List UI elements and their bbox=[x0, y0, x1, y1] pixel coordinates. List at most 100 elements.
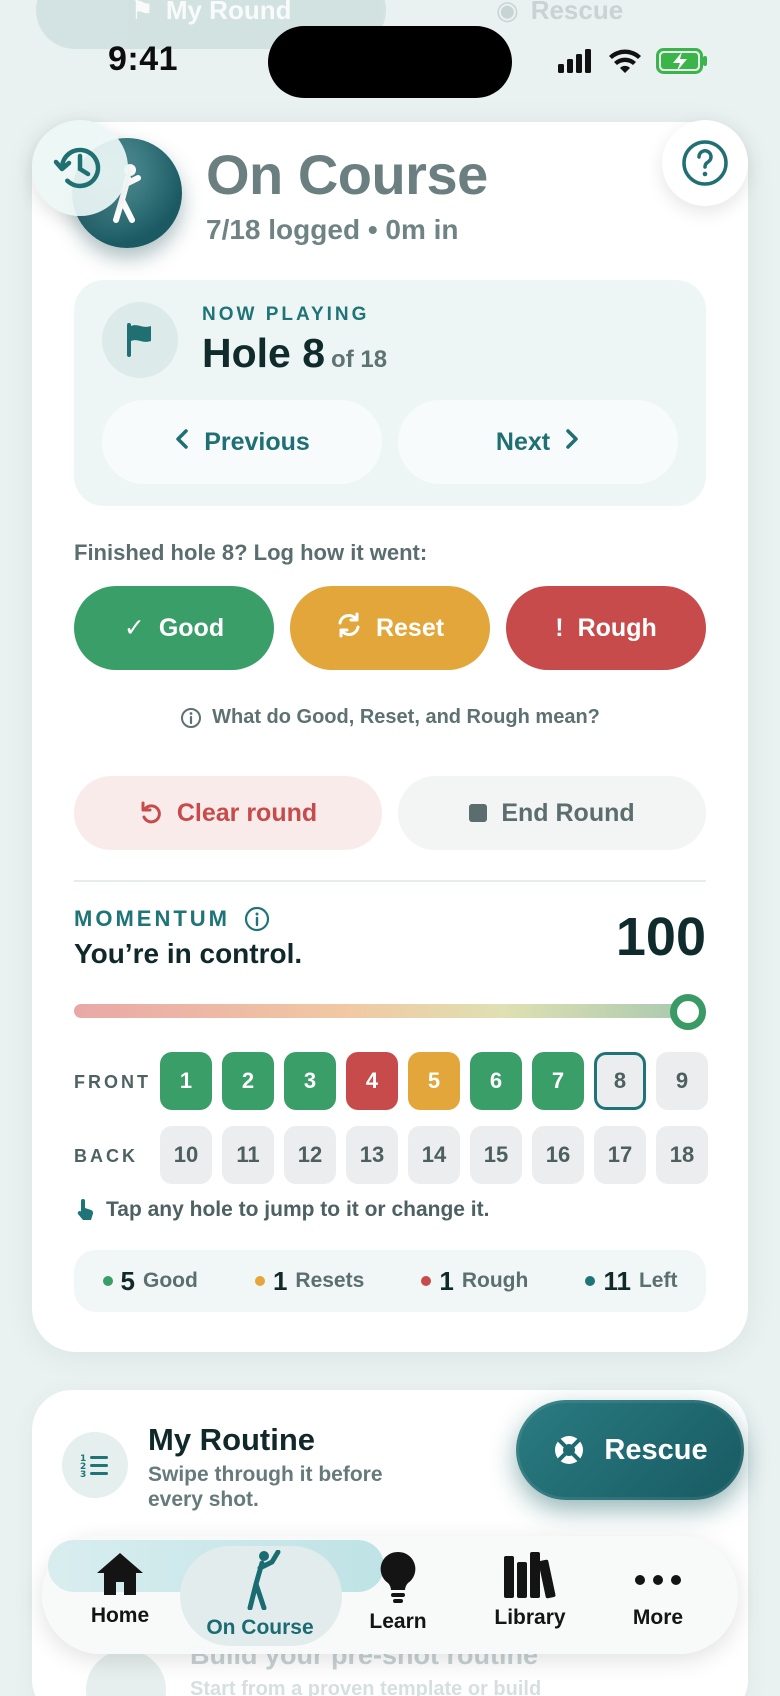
ghost-build-subtitle: Start from a proven template or build bbox=[190, 1678, 542, 1696]
hole-total-text: of 18 bbox=[331, 346, 388, 373]
hole-3-button[interactable]: 3 bbox=[284, 1052, 336, 1110]
hole-16-button[interactable]: 16 bbox=[532, 1126, 584, 1184]
tab-home[interactable]: Home bbox=[50, 1550, 190, 1628]
tab-label: Home bbox=[90, 1604, 150, 1627]
hole-13-button[interactable]: 13 bbox=[346, 1126, 398, 1184]
log-help-link[interactable]: What do Good, Reset, and Rough mean? bbox=[74, 706, 706, 729]
rough-count: 1 bbox=[439, 1265, 454, 1296]
left-count: 11 bbox=[603, 1265, 631, 1296]
hole-10-button[interactable]: 10 bbox=[160, 1126, 212, 1184]
good-count-label: Good bbox=[143, 1269, 198, 1292]
hole-9-button[interactable]: 9 bbox=[656, 1052, 708, 1110]
status-time: 9:41 bbox=[108, 40, 179, 78]
good-button[interactable]: ✓ Good bbox=[74, 586, 274, 670]
tab-label: Library bbox=[494, 1606, 566, 1629]
undo-icon bbox=[141, 801, 161, 824]
rescue-button[interactable]: Rescue bbox=[516, 1400, 744, 1500]
tab-more[interactable]: More bbox=[588, 1550, 728, 1630]
next-hole-button[interactable]: Next bbox=[398, 400, 678, 484]
flag-icon: ⚑ bbox=[130, 0, 154, 25]
summary-good: 5 Good bbox=[102, 1266, 198, 1297]
books-icon bbox=[504, 1552, 556, 1599]
reset-count: 1 bbox=[272, 1265, 288, 1296]
refresh-icon bbox=[336, 612, 362, 645]
lifebuoy-icon: ◉ bbox=[496, 0, 519, 25]
status-icons bbox=[558, 48, 708, 74]
end-round-button[interactable]: End Round bbox=[398, 776, 706, 850]
left-count-label: Left bbox=[638, 1269, 678, 1292]
tab-learn[interactable]: Learn bbox=[328, 1550, 468, 1634]
question-circle-icon bbox=[682, 140, 728, 186]
reset-count-label: Resets bbox=[295, 1269, 365, 1292]
hole-17-button[interactable]: 17 bbox=[594, 1126, 646, 1184]
tab-on-course[interactable]: On Course bbox=[190, 1550, 330, 1640]
lightbulb-icon bbox=[380, 1551, 416, 1603]
help-button[interactable] bbox=[662, 120, 748, 206]
rough-label: Rough bbox=[577, 613, 657, 642]
clear-round-label: Clear round bbox=[176, 798, 318, 827]
rough-dot-icon bbox=[421, 1276, 432, 1286]
history-button[interactable] bbox=[32, 120, 128, 216]
hole-6-button[interactable]: 6 bbox=[470, 1052, 522, 1110]
hole-number-text: Hole 8 bbox=[202, 330, 326, 376]
hole-2-button[interactable]: 2 bbox=[222, 1052, 274, 1110]
hole-15-button[interactable]: 15 bbox=[470, 1126, 522, 1184]
previous-label: Previous bbox=[204, 427, 310, 456]
ghost-tab-label: My Round bbox=[165, 0, 292, 25]
routine-list-icon: 123 bbox=[62, 1432, 128, 1498]
reset-label: Reset bbox=[375, 613, 445, 642]
rough-count-label: Rough bbox=[461, 1269, 529, 1292]
momentum-message: You’re in control. bbox=[74, 938, 303, 969]
hole-12-button[interactable]: 12 bbox=[284, 1126, 336, 1184]
info-icon[interactable] bbox=[244, 906, 270, 932]
stop-icon bbox=[469, 804, 488, 822]
momentum-score: 100 bbox=[615, 907, 706, 967]
good-label: Good bbox=[158, 613, 225, 642]
info-icon bbox=[181, 707, 202, 728]
hole-1-button[interactable]: 1 bbox=[160, 1052, 212, 1110]
tap-hint-text: Tap any hole to jump to it or change it. bbox=[106, 1198, 490, 1221]
hole-7-button[interactable]: 7 bbox=[532, 1052, 584, 1110]
log-help-text: What do Good, Reset, and Rough mean? bbox=[212, 706, 600, 728]
hole-18-button[interactable]: 18 bbox=[656, 1126, 708, 1184]
checkmark-icon: ✓ bbox=[123, 614, 145, 642]
tab-library[interactable]: Library bbox=[460, 1550, 600, 1630]
good-dot-icon bbox=[102, 1276, 113, 1286]
hole-8-button[interactable]: 8 bbox=[594, 1052, 646, 1110]
chevron-left-icon bbox=[174, 428, 190, 457]
front-nine-label: FRONT bbox=[74, 1072, 151, 1092]
battery-charging-icon bbox=[656, 48, 707, 74]
momentum-label: MOMENTUM bbox=[74, 906, 230, 931]
svg-text:3: 3 bbox=[80, 1470, 86, 1478]
cellular-signal-icon bbox=[558, 49, 591, 73]
chevron-right-icon bbox=[564, 428, 580, 457]
tab-label: More bbox=[632, 1606, 684, 1629]
routine-title: My Routine bbox=[148, 1422, 316, 1457]
momentum-track bbox=[74, 1004, 688, 1018]
tap-hand-icon bbox=[77, 1199, 94, 1220]
left-dot-icon bbox=[585, 1276, 596, 1286]
rough-button[interactable]: ! Rough bbox=[506, 586, 706, 670]
clear-round-button[interactable]: Clear round bbox=[74, 776, 382, 850]
back-nine-label: BACK bbox=[74, 1146, 138, 1166]
tap-hint: Tap any hole to jump to it or change it. bbox=[74, 1198, 489, 1222]
reset-button[interactable]: Reset bbox=[290, 586, 490, 670]
reset-dot-icon bbox=[254, 1276, 265, 1286]
hole-11-button[interactable]: 11 bbox=[222, 1126, 274, 1184]
hole-4-button[interactable]: 4 bbox=[346, 1052, 398, 1110]
log-prompt: Finished hole 8? Log how it went: bbox=[74, 540, 428, 565]
current-hole-heading: Hole 8 of 18 bbox=[202, 330, 387, 377]
summary-rough: 1 Rough bbox=[421, 1266, 528, 1297]
hole-5-button[interactable]: 5 bbox=[408, 1052, 460, 1110]
round-summary: 5 Good 1 Resets 1 Rough 11 Left bbox=[74, 1250, 706, 1312]
golfer-icon bbox=[247, 1550, 281, 1610]
flag-icon bbox=[127, 323, 151, 357]
flag-badge bbox=[102, 302, 178, 378]
summary-resets: 1 Resets bbox=[254, 1265, 365, 1297]
page-title: On Course bbox=[206, 143, 488, 206]
end-round-label: End Round bbox=[501, 798, 635, 827]
momentum-heading: MOMENTUM bbox=[74, 906, 270, 932]
tab-label: Learn bbox=[369, 1610, 427, 1633]
hole-14-button[interactable]: 14 bbox=[408, 1126, 460, 1184]
previous-hole-button[interactable]: Previous bbox=[102, 400, 382, 484]
